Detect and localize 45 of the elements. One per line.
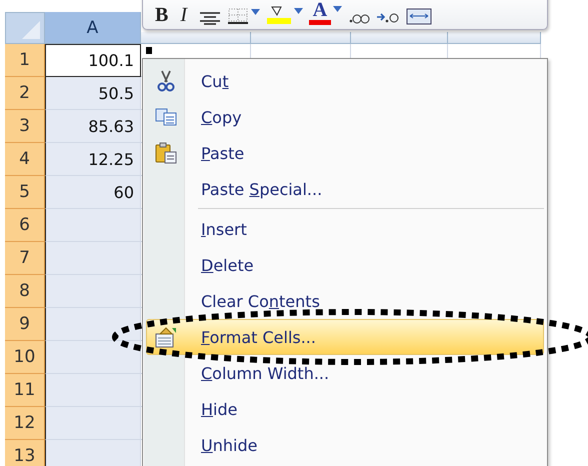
format-cells-icon: [154, 326, 178, 348]
menu-item[interactable]: Unhide: [146, 427, 544, 463]
dropdown-arrow-icon[interactable]: [333, 6, 342, 12]
row-header[interactable]: 6: [5, 209, 45, 242]
italic-button[interactable]: I: [174, 5, 194, 25]
menu-item[interactable]: Insert: [146, 211, 544, 247]
fill-color-icon[interactable]: [266, 5, 292, 25]
row-header[interactable]: 11: [5, 374, 45, 407]
table-cell: 12.25: [45, 143, 141, 176]
table-cell: 85.63: [45, 110, 141, 143]
menu-item[interactable]: Hide: [146, 391, 544, 427]
menu-item[interactable]: Paste Special...: [146, 171, 544, 207]
font-color-button[interactable]: A: [309, 0, 332, 25]
row-header[interactable]: 2: [5, 77, 45, 110]
table-cell: 100.1: [45, 44, 141, 77]
row-header[interactable]: 9: [5, 308, 45, 341]
column-header[interactable]: A: [45, 12, 141, 44]
row-header[interactable]: 1: [5, 44, 45, 77]
scissors-icon: [157, 70, 175, 92]
fill-handle[interactable]: [146, 47, 152, 54]
row-header[interactable]: 10: [5, 341, 45, 374]
row-header[interactable]: 12: [5, 407, 45, 440]
borders-icon[interactable]: [227, 7, 250, 25]
table-cell: 60: [45, 176, 141, 209]
dropdown-arrow-icon[interactable]: [294, 8, 304, 14]
center-align-icon[interactable]: [199, 11, 222, 25]
row-header[interactable]: 13: [5, 440, 45, 466]
menu-item[interactable]: Cut: [146, 63, 544, 99]
copy-icon: [155, 108, 177, 126]
menu-item[interactable]: Clear Contents: [146, 283, 544, 319]
menu-item[interactable]: Paste: [146, 135, 544, 171]
bold-button[interactable]: B: [155, 5, 168, 25]
clipboard-icon: [155, 142, 177, 164]
menu-item[interactable]: Copy: [146, 99, 544, 135]
row-header[interactable]: 5: [5, 176, 45, 209]
menu-item[interactable]: Delete: [146, 247, 544, 283]
table-cell: 50.5: [45, 77, 141, 110]
menu-item[interactable]: Format Cells...: [146, 319, 544, 355]
row-header[interactable]: 7: [5, 242, 45, 275]
merge-center-icon[interactable]: [406, 7, 432, 25]
row-header[interactable]: 3: [5, 110, 45, 143]
row-header[interactable]: 4: [5, 143, 45, 176]
dropdown-arrow-icon[interactable]: [251, 9, 260, 15]
row-header[interactable]: 8: [5, 275, 45, 308]
menu-item[interactable]: Column Width...: [146, 355, 544, 391]
